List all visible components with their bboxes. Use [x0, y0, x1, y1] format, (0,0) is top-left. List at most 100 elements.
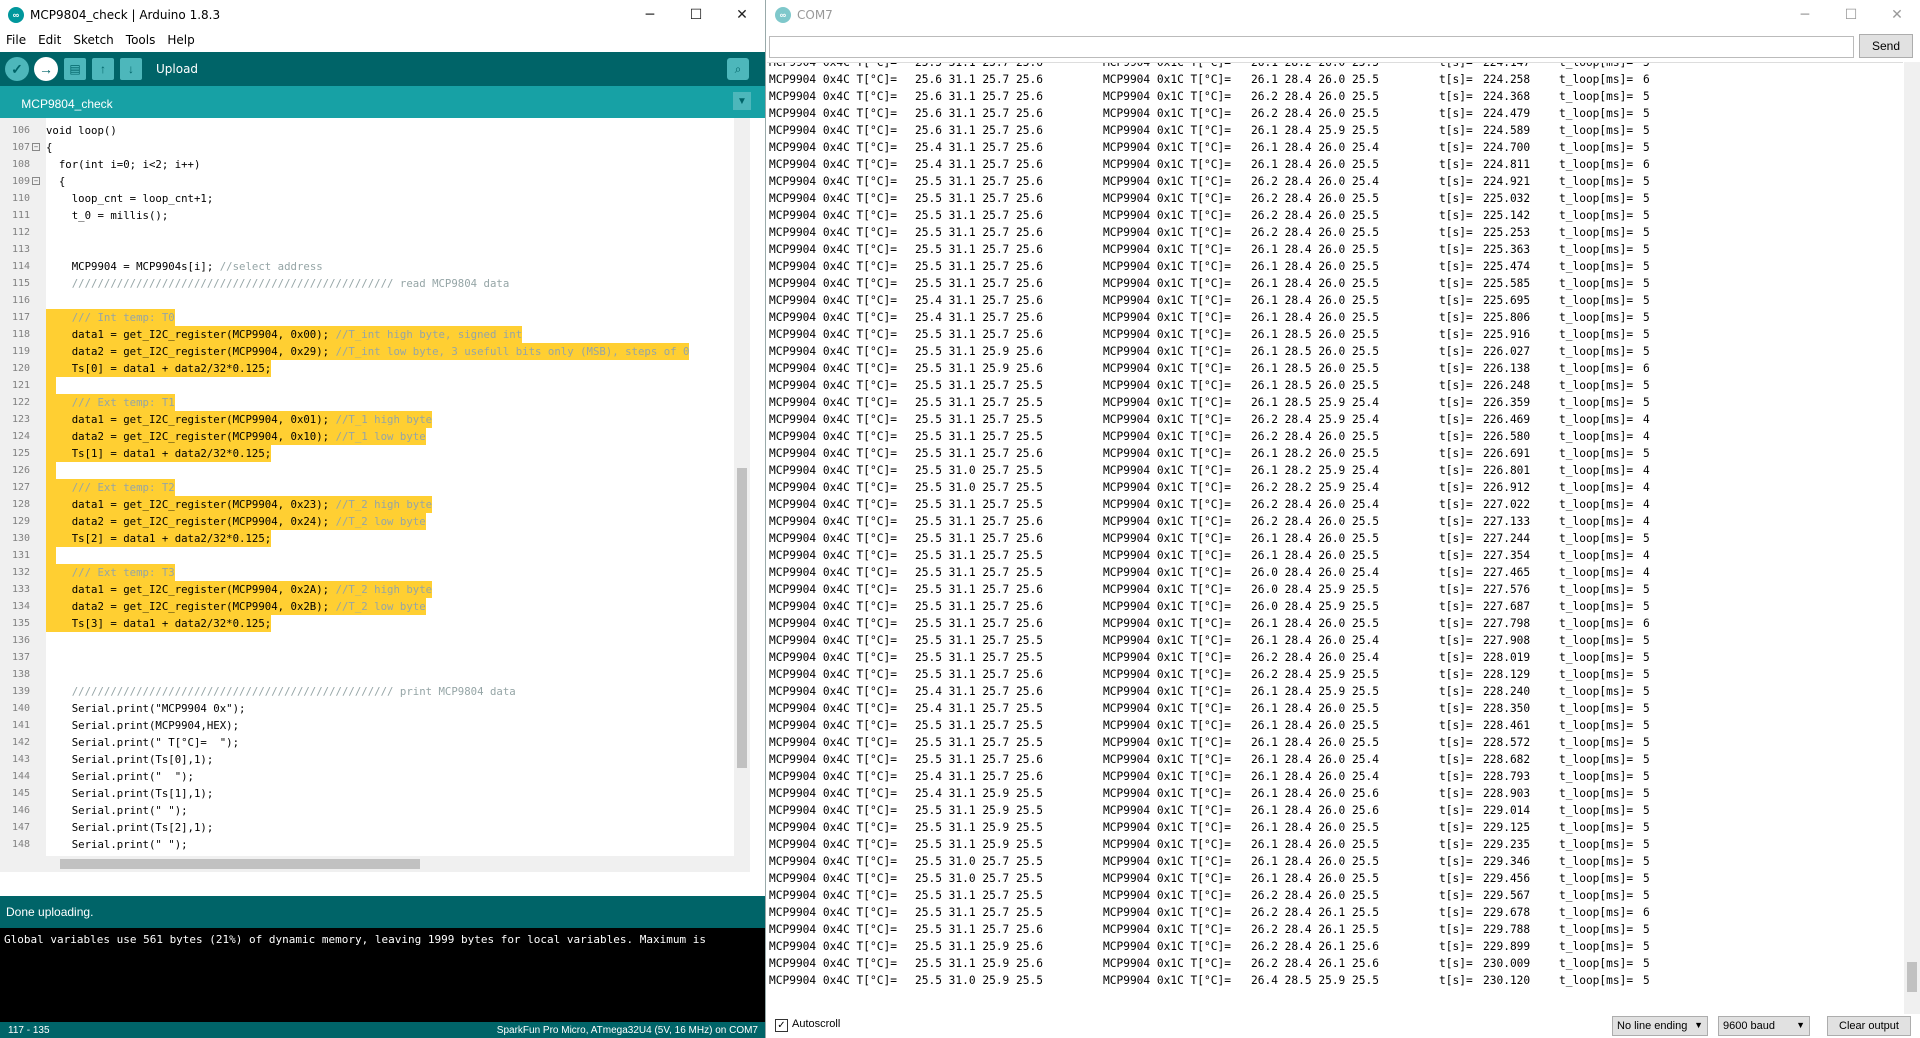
- save-sketch-button[interactable]: ↓: [120, 58, 142, 80]
- line-number: 136: [11, 635, 30, 646]
- clear-output-button[interactable]: Clear output: [1827, 1016, 1911, 1036]
- serial-field: 229.235: [1483, 838, 1531, 851]
- code-editor[interactable]: 106 void loop() 107−{108 for(int i=0; i<2;…: [0, 118, 750, 872]
- serial-field: 4: [1643, 481, 1650, 494]
- serial-field: 227.908: [1483, 634, 1531, 647]
- serial-field: MCP9904 0x4C T[°C]=: [769, 702, 897, 715]
- serial-field: 25.5 31.1 25.7 25.5: [915, 566, 1043, 579]
- serial-field: t[s]=: [1439, 583, 1473, 596]
- menu-sketch[interactable]: Sketch: [67, 33, 119, 47]
- code-text: Serial.print(" ");: [46, 804, 188, 817]
- serial-field: t_loop[ms]=: [1559, 277, 1634, 290]
- serial-field: t_loop[ms]=: [1559, 226, 1634, 239]
- upload-button[interactable]: →: [34, 57, 58, 81]
- serial-field: 5: [1643, 804, 1650, 817]
- serial-field: MCP9904 0x1C T[°C]=: [1103, 464, 1231, 477]
- code-line: 137: [0, 649, 750, 666]
- serial-field: 4: [1643, 430, 1650, 443]
- serial-field: 25.5 31.1 25.7 25.6: [915, 243, 1043, 256]
- tab-mcp9804-check[interactable]: MCP9804_check: [8, 90, 126, 118]
- code-line: 140 Serial.print("MCP9904 0x");: [0, 700, 750, 717]
- serial-field: MCP9904 0x1C T[°C]=: [1103, 634, 1231, 647]
- menu-help[interactable]: Help: [161, 33, 200, 47]
- serial-field: 25.5 31.1 25.7 25.6: [915, 583, 1043, 596]
- line-number: 147: [11, 822, 30, 833]
- serial-maximize-button[interactable]: ☐: [1828, 0, 1874, 30]
- baud-select[interactable]: 9600 baud ▼: [1718, 1016, 1810, 1036]
- new-sketch-button[interactable]: ▤: [64, 58, 86, 80]
- serial-field: 26.1 28.4 26.0 25.5: [1251, 311, 1379, 324]
- serial-field: 26.1 28.4 26.0 25.5: [1251, 617, 1379, 630]
- serial-field: t_loop[ms]=: [1559, 73, 1634, 86]
- send-button[interactable]: Send: [1859, 34, 1913, 58]
- serial-field: 26.2 28.4 26.0 25.5: [1251, 226, 1379, 239]
- serial-field: MCP9904 0x1C T[°C]=: [1103, 379, 1231, 392]
- line-number: 132: [11, 567, 30, 578]
- serial-field: 25.5 31.1 25.7 25.6: [915, 617, 1043, 630]
- serial-field: 5: [1643, 328, 1650, 341]
- code-line: 106 void loop(): [0, 122, 750, 139]
- serial-field: t[s]=: [1439, 634, 1473, 647]
- serial-field: t[s]=: [1439, 62, 1473, 69]
- serial-field: t[s]=: [1439, 821, 1473, 834]
- serial-field: 26.1 28.4 26.0 25.4: [1251, 770, 1379, 783]
- editor-horizontal-scrollbar[interactable]: [0, 856, 750, 872]
- serial-field: 25.5 31.1 25.7 25.5: [915, 413, 1043, 426]
- serial-field: MCP9904 0x4C T[°C]=: [769, 617, 897, 630]
- autoscroll-checkbox[interactable]: ✓: [775, 1019, 788, 1032]
- line-number: 137: [11, 652, 30, 663]
- close-button[interactable]: ✕: [719, 0, 765, 30]
- menu-edit[interactable]: Edit: [32, 33, 67, 47]
- code-text: Serial.print(MCP9904,HEX);: [46, 719, 240, 732]
- serial-field: t_loop[ms]=: [1559, 583, 1634, 596]
- serial-field: 26.1 28.5 26.0 25.5: [1251, 328, 1379, 341]
- editor-vertical-scrollbar[interactable]: [734, 118, 750, 872]
- serial-field: t_loop[ms]=: [1559, 430, 1634, 443]
- serial-field: 26.1 28.4 26.0 25.5: [1251, 719, 1379, 732]
- serial-field: t[s]=: [1439, 685, 1473, 698]
- serial-monitor-button[interactable]: ⌕: [727, 58, 749, 80]
- serial-field: t[s]=: [1439, 855, 1473, 868]
- fold-toggle-icon[interactable]: −: [32, 177, 40, 185]
- serial-field: 4: [1643, 566, 1650, 579]
- minimize-button[interactable]: ─: [627, 0, 673, 30]
- serial-field: t[s]=: [1439, 311, 1473, 324]
- maximize-button[interactable]: ☐: [673, 0, 719, 30]
- serial-field: t[s]=: [1439, 447, 1473, 460]
- serial-field: 26.1 28.4 26.0 25.6: [1251, 787, 1379, 800]
- serial-minimize-button[interactable]: ─: [1782, 0, 1828, 30]
- serial-field: 26.2 28.4 26.0 25.5: [1251, 192, 1379, 205]
- serial-field: MCP9904 0x4C T[°C]=: [769, 974, 897, 987]
- serial-field: MCP9904 0x4C T[°C]=: [769, 345, 897, 358]
- serial-field: t[s]=: [1439, 702, 1473, 715]
- serial-field: 25.5 31.1 25.7 25.5: [915, 719, 1043, 732]
- serial-field: t_loop[ms]=: [1559, 600, 1634, 613]
- serial-send-input[interactable]: [769, 36, 1854, 58]
- serial-field: MCP9904 0x4C T[°C]=: [769, 532, 897, 545]
- tab-menu-button[interactable]: ▼: [733, 92, 751, 110]
- line-number: 144: [11, 771, 30, 782]
- code-line: 121: [0, 377, 750, 394]
- code-text: /// Int temp: T0: [46, 309, 175, 326]
- code-line: 147 Serial.print(Ts[2],1);: [0, 819, 750, 836]
- line-ending-select[interactable]: No line ending ▼: [1612, 1016, 1708, 1036]
- serial-field: 26.1 28.4 26.0 25.5: [1251, 158, 1379, 171]
- code-line: 131: [0, 547, 750, 564]
- open-sketch-button[interactable]: ↑: [92, 58, 114, 80]
- code-line: 143 Serial.print(Ts[0],1);: [0, 751, 750, 768]
- serial-field: MCP9904 0x4C T[°C]=: [769, 566, 897, 579]
- serial-field: 25.5 31.1 25.7 25.6: [915, 328, 1043, 341]
- serial-field: MCP9904 0x4C T[°C]=: [769, 158, 897, 171]
- serial-field: MCP9904 0x1C T[°C]=: [1103, 209, 1231, 222]
- serial-close-button[interactable]: ✕: [1874, 0, 1920, 30]
- serial-field: t_loop[ms]=: [1559, 872, 1634, 885]
- serial-field: t[s]=: [1439, 192, 1473, 205]
- menu-file[interactable]: File: [0, 33, 32, 47]
- serial-field: MCP9904 0x4C T[°C]=: [769, 634, 897, 647]
- fold-toggle-icon[interactable]: −: [32, 143, 40, 151]
- serial-field: 26.1 28.4 26.0 25.5: [1251, 73, 1379, 86]
- verify-button[interactable]: ✓: [5, 57, 29, 81]
- menu-tools[interactable]: Tools: [120, 33, 162, 47]
- serial-vertical-scrollbar[interactable]: [1904, 62, 1920, 1014]
- line-number: 113: [11, 244, 30, 255]
